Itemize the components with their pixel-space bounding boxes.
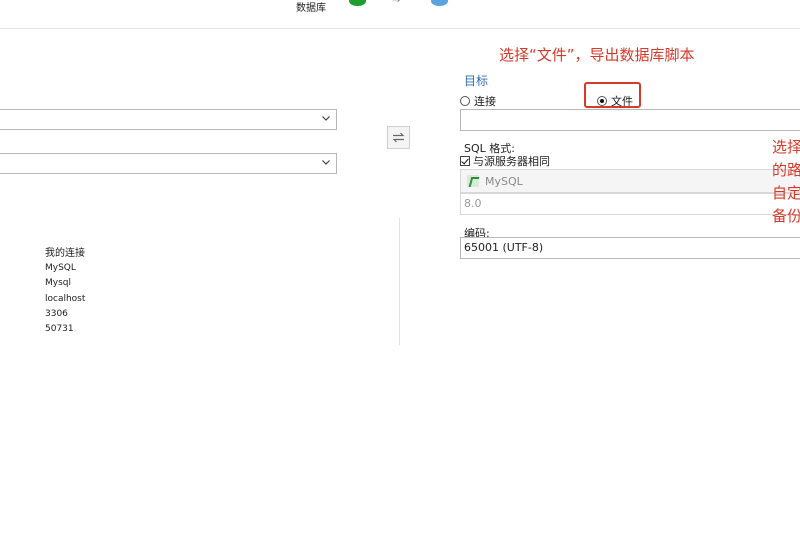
sql-format-select: MySQL <box>460 169 800 193</box>
sql-version-select: 8.0 <box>460 193 800 215</box>
radio-connection-label: 连接 <box>474 95 496 108</box>
annotation-line: 自定 <box>772 184 800 202</box>
source-connection-select[interactable] <box>0 109 337 130</box>
annotation-select-file: 选择“文件”，导出数据库脚本 <box>499 46 695 64</box>
annotation-highlight-box <box>584 82 641 108</box>
connection-port: 3306 <box>45 308 68 319</box>
source-database-select[interactable] <box>0 153 337 174</box>
radio-connection[interactable]: 连接 <box>460 93 496 109</box>
target-title: 目标 <box>464 74 489 88</box>
source-database-icon <box>349 0 366 6</box>
annotation-line: 备份 <box>772 207 800 225</box>
annotation-save-path: 选择 的路 自定 备份 <box>772 136 800 228</box>
swap-button[interactable] <box>387 126 410 149</box>
database-label: 数据库 <box>296 3 326 14</box>
annotation-line: 的路 <box>772 161 800 179</box>
radio-connection-circle[interactable] <box>460 96 470 106</box>
chevron-down-icon <box>322 160 330 165</box>
connection-type: MySQL <box>45 263 76 274</box>
vertical-divider <box>399 218 400 345</box>
annotation-line: 选择 <box>772 138 800 156</box>
encoding-select[interactable]: 65001 (UTF-8) <box>460 237 800 259</box>
same-as-source-checkbox[interactable]: 与源服务器相同 <box>460 153 550 169</box>
mysql-logo-icon <box>467 175 479 187</box>
source-connection-info: 我的连接 MySQL Mysql localhost 3306 50731 <box>45 246 85 337</box>
same-as-source-label: 与源服务器相同 <box>473 155 550 168</box>
connection-version: 50731 <box>45 323 74 334</box>
chevron-down-icon <box>322 116 330 121</box>
target-database-icon <box>431 0 448 6</box>
connection-server: Mysql <box>45 278 71 289</box>
arrow-right-icon: → <box>392 0 401 6</box>
header-divider <box>0 28 800 29</box>
sql-format-value: MySQL <box>485 174 523 188</box>
connection-host: localhost <box>45 293 86 304</box>
swap-icon <box>392 132 405 143</box>
file-path-input[interactable] <box>460 109 800 131</box>
checkbox-box[interactable] <box>460 156 470 166</box>
connection-name: 我的连接 <box>45 248 85 259</box>
